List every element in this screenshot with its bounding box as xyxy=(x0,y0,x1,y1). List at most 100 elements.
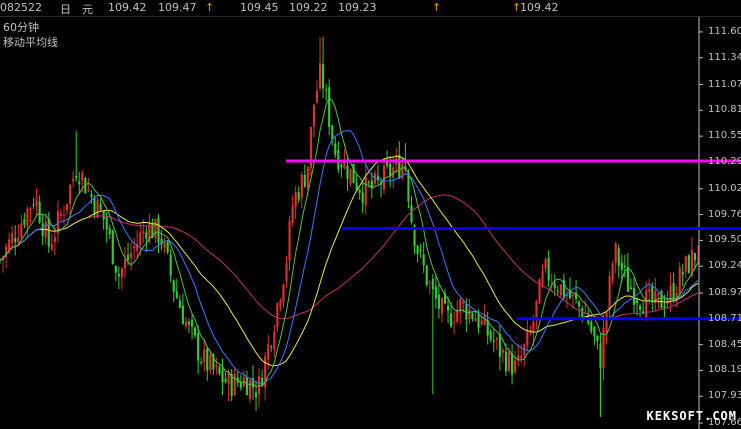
candle-body xyxy=(556,290,559,292)
candle-body xyxy=(696,256,700,258)
candle-body xyxy=(489,331,492,340)
candle-body xyxy=(200,361,203,364)
candle-body xyxy=(187,321,191,325)
candle-body xyxy=(72,178,75,182)
candle-body xyxy=(544,258,547,269)
candle-body xyxy=(687,255,690,273)
candle-body xyxy=(614,243,617,263)
candle-body xyxy=(267,344,270,360)
ma-line-yellow xyxy=(0,155,699,367)
candle-body xyxy=(90,194,93,198)
price-value-4: 109.22 xyxy=(289,1,328,14)
candle-body xyxy=(300,174,303,198)
candle-body xyxy=(325,89,328,91)
candle-body xyxy=(285,262,288,282)
candle-body xyxy=(315,91,319,103)
candle-body xyxy=(596,335,599,342)
candle-body xyxy=(605,312,608,332)
candle-body xyxy=(163,242,166,248)
price-value-1: 109.42 xyxy=(108,1,147,14)
timeframe-label: 60分钟 xyxy=(3,21,39,34)
unit-label: 元 xyxy=(82,3,93,16)
candle-body xyxy=(428,282,431,284)
candle-body xyxy=(364,177,367,206)
ma-line-magenta xyxy=(0,194,699,320)
candle-body xyxy=(553,283,556,289)
candle-body xyxy=(233,374,236,396)
candle-body xyxy=(297,192,300,200)
candle-body xyxy=(334,143,337,155)
price-chart xyxy=(0,17,741,429)
candle-body xyxy=(35,198,38,207)
candle-body xyxy=(221,369,224,383)
candle-body xyxy=(611,263,614,279)
quote-header-bar: 082522 日 元 109.42 109.47 ↑ 109.45 109.22… xyxy=(0,0,741,17)
y-tick-label: 110.81 xyxy=(708,104,741,116)
candle-body xyxy=(547,257,550,281)
candle-body xyxy=(514,360,517,373)
candle-body xyxy=(431,278,434,290)
candle-body xyxy=(154,219,157,238)
candle-body xyxy=(581,308,584,319)
price-value-2: 109.47 xyxy=(158,1,197,14)
candle-body xyxy=(477,314,480,328)
indicator-label: 移动平均线 xyxy=(3,36,58,49)
candle-body xyxy=(23,218,26,225)
up-arrow-icon: ↑ xyxy=(432,1,442,14)
candle-body xyxy=(328,87,331,127)
candle-body xyxy=(318,63,322,89)
candle-body xyxy=(11,233,14,243)
candle-body xyxy=(69,184,72,205)
candle-body xyxy=(520,355,523,359)
y-tick-label: 108.45 xyxy=(708,338,741,350)
candle-body xyxy=(62,214,66,216)
candle-body xyxy=(669,285,672,299)
candle-body xyxy=(639,305,642,310)
candle-body xyxy=(270,346,273,348)
candle-body xyxy=(535,300,538,318)
symbol-code: 082522 xyxy=(0,1,42,14)
ma-line-blue xyxy=(0,130,699,385)
candle-body xyxy=(26,208,29,227)
candle-body xyxy=(678,267,681,294)
watermark-logo: KEKSOFT.COM xyxy=(646,409,737,423)
ma-line-green xyxy=(0,98,699,388)
candle-body xyxy=(123,259,127,269)
y-tick-label: 107.93 xyxy=(708,390,741,402)
candle-body xyxy=(32,204,35,206)
candle-body xyxy=(108,228,111,235)
candle-body xyxy=(14,238,17,242)
candle-body xyxy=(38,201,41,223)
candle-body xyxy=(130,253,133,258)
candle-body xyxy=(111,230,114,264)
candle-body xyxy=(571,294,575,297)
candle-body xyxy=(20,223,23,238)
candle-body xyxy=(50,244,53,250)
candle-body xyxy=(172,280,175,292)
candle-body xyxy=(120,268,123,278)
candle-body xyxy=(541,270,544,285)
y-tick-label: 109.50 xyxy=(708,234,741,246)
candle-body xyxy=(59,213,63,216)
candle-body xyxy=(279,300,282,307)
price-value-3: 109.45 xyxy=(240,1,279,14)
candle-body xyxy=(617,248,620,266)
candle-body xyxy=(87,189,90,191)
y-tick-label: 110.02 xyxy=(708,182,741,194)
y-tick-label: 109.76 xyxy=(708,208,741,220)
y-tick-label: 108.19 xyxy=(708,364,741,376)
candle-body xyxy=(78,181,81,185)
candle-body xyxy=(389,163,392,176)
candle-body xyxy=(254,392,258,397)
candle-body xyxy=(623,265,626,267)
candle-body xyxy=(419,249,422,252)
candle-body xyxy=(178,300,181,308)
candle-body xyxy=(501,350,504,353)
candle-body xyxy=(672,283,675,301)
candle-body xyxy=(53,236,56,242)
candle-body xyxy=(626,266,629,292)
candle-body xyxy=(492,340,495,342)
candle-body xyxy=(294,192,297,208)
candle-body xyxy=(507,351,511,371)
y-tick-label: 108.97 xyxy=(708,286,741,298)
